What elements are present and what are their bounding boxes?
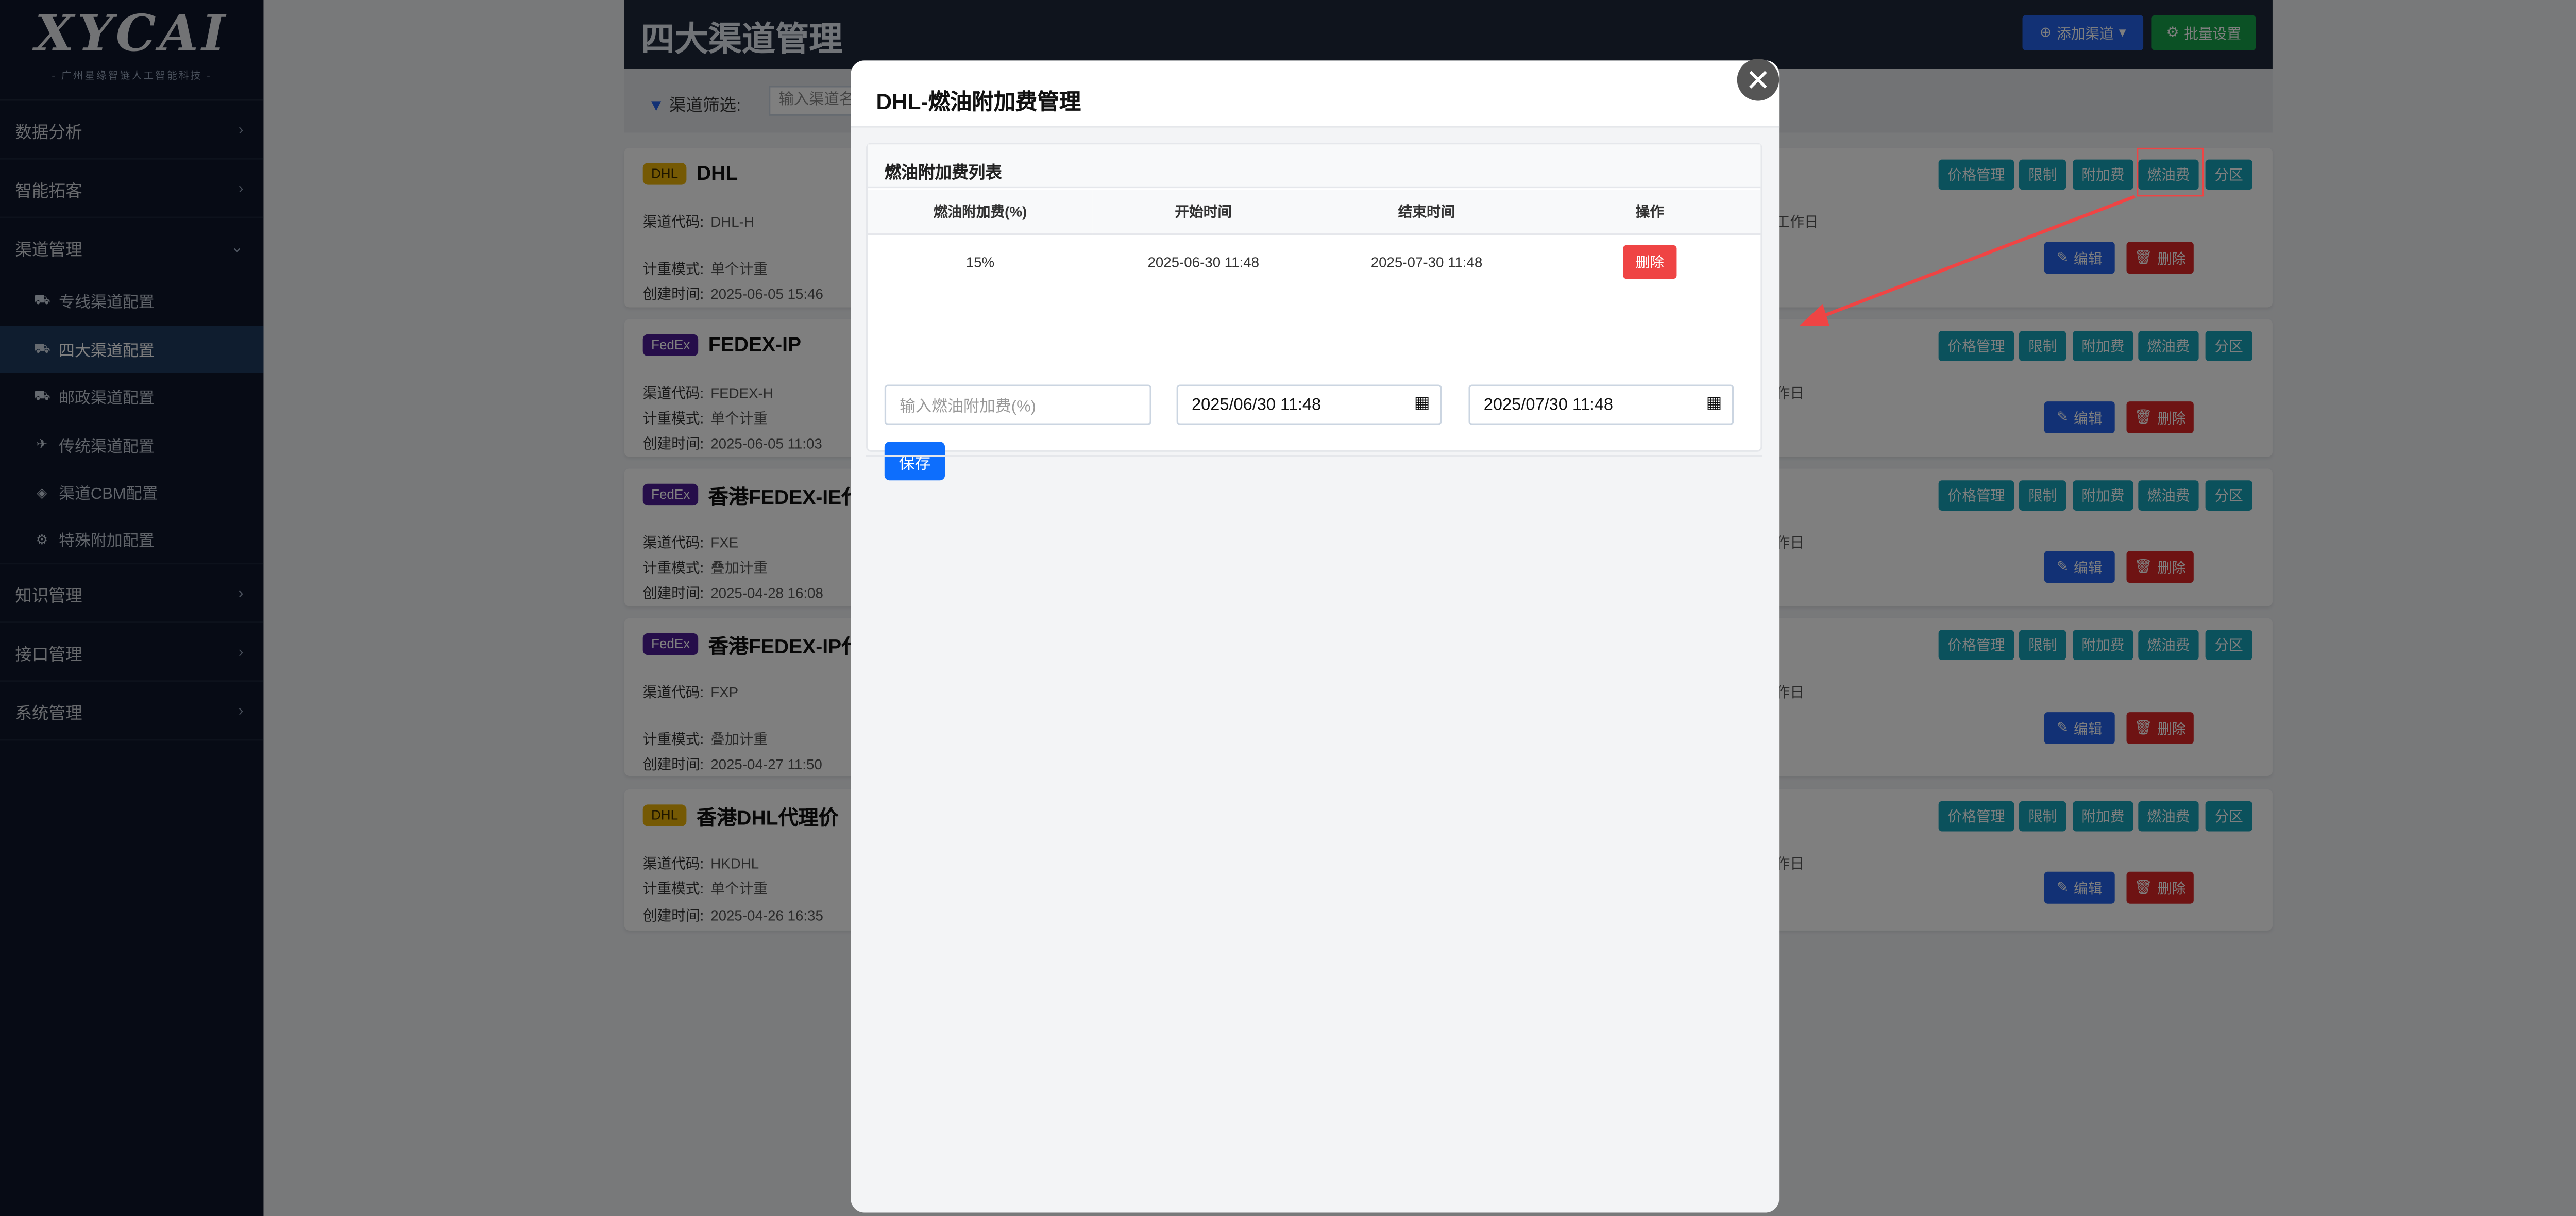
calendar-icon[interactable]: ▦ bbox=[1414, 395, 1430, 413]
start-time-input[interactable]: 2025/06/30 11:48 ▦ bbox=[1176, 384, 1442, 425]
start-time-value: 2025/06/30 11:48 bbox=[1191, 395, 1321, 414]
end-time-value: 2025/07/30 11:48 bbox=[1483, 395, 1614, 414]
column-header: 燃油附加费(%) bbox=[868, 190, 1093, 234]
start-time-cell: 2025-06-30 11:48 bbox=[1147, 253, 1260, 270]
panel-footer-divider bbox=[866, 452, 1762, 457]
action-cell: 删除 bbox=[1539, 233, 1760, 289]
save-button[interactable]: 保存 bbox=[884, 442, 945, 481]
column-header: 开始时间 bbox=[1092, 190, 1314, 234]
fuel-surcharge-modal: DHL-燃油附加费管理 燃油附加费列表 燃油附加费(%) 开始时间 结束时间 操… bbox=[851, 60, 1780, 1213]
end-time-cell: 2025-07-30 11:48 bbox=[1370, 253, 1483, 270]
calendar-icon[interactable]: ▦ bbox=[1706, 395, 1722, 413]
column-header: 结束时间 bbox=[1314, 190, 1539, 234]
end-time-input[interactable]: 2025/07/30 11:48 ▦ bbox=[1468, 384, 1734, 425]
fuel-surcharge-panel: 燃油附加费列表 燃油附加费(%) 开始时间 结束时间 操作 15% 2025-0… bbox=[866, 143, 1762, 481]
rate-cell: 15% bbox=[965, 253, 995, 270]
column-header: 操作 bbox=[1539, 190, 1761, 234]
fuel-rate-input[interactable]: 输入燃油附加费(%) bbox=[884, 384, 1151, 425]
panel-title: 燃油附加费列表 bbox=[868, 144, 1761, 189]
modal-title: DHL-燃油附加费管理 bbox=[851, 60, 1780, 128]
fuel-surcharge-table: 燃油附加费(%) 开始时间 结束时间 操作 15% 2025-06-30 11:… bbox=[868, 190, 1761, 289]
close-modal-button[interactable]: ✕ bbox=[1737, 59, 1780, 101]
table-row: 15% 2025-06-30 11:48 2025-07-30 11:48 删除 bbox=[868, 233, 1760, 289]
delete-row-button[interactable]: 删除 bbox=[1623, 245, 1677, 279]
annotation-highlight-box bbox=[2137, 147, 2204, 197]
table-header-row: 燃油附加费(%) 开始时间 结束时间 操作 bbox=[868, 190, 1761, 234]
